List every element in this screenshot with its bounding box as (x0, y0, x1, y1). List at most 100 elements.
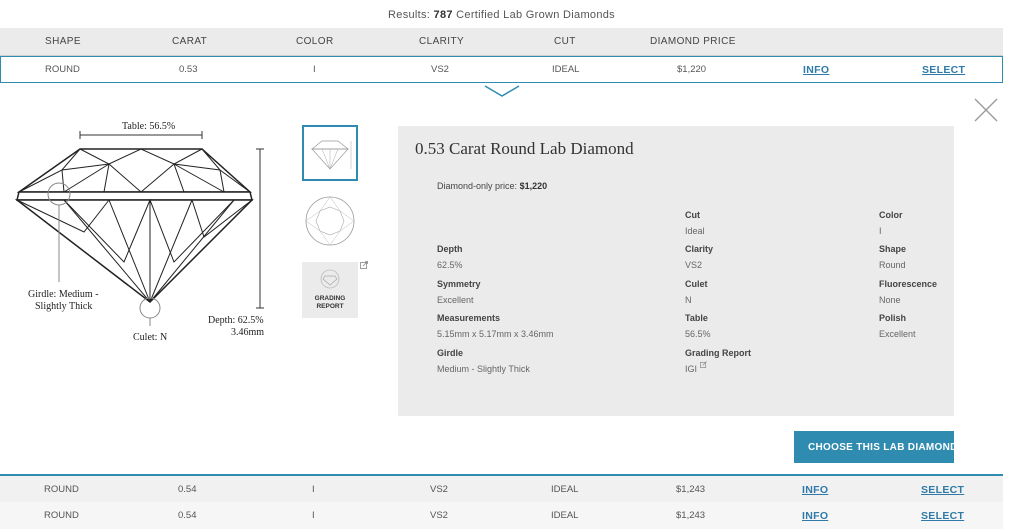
info-link[interactable]: INFO (803, 64, 829, 76)
spec-value: Medium - Slightly Thick (437, 364, 530, 374)
grading-report-label: GRADING REPORT (302, 295, 358, 311)
table-row[interactable]: ROUND 0.54 I VS2 IDEAL $1,243 INFO SELEC… (0, 474, 1003, 503)
info-link[interactable]: INFO (802, 510, 828, 522)
diamond-profile-diagram: Table: 56.5% Girdle: Medium - Slightly T… (14, 112, 294, 352)
select-link[interactable]: SELECT (921, 510, 964, 522)
diamond-title: 0.53 Carat Round Lab Diamond (415, 139, 634, 158)
select-link[interactable]: SELECT (922, 64, 965, 76)
spec-symmetry: Symmetry Excellent (437, 276, 481, 308)
column-header-clarity[interactable]: CLARITY (419, 28, 464, 55)
cell-color: I (313, 64, 316, 75)
diamond-top-view-icon (305, 196, 355, 246)
select-link[interactable]: SELECT (921, 484, 964, 496)
diamond-badge-icon (320, 269, 340, 289)
depth-label-line2: 3.46mm (231, 327, 265, 338)
spec-table: Table 56.5% (685, 310, 711, 342)
spec-value: 5.15mm x 5.17mm x 3.46mm (437, 329, 554, 339)
cell-clarity: VS2 (430, 484, 448, 495)
spec-girdle: Girdle Medium - Slightly Thick (437, 345, 530, 377)
thumb-profile[interactable] (302, 125, 358, 181)
table-row-selected[interactable]: ROUND 0.53 I VS2 IDEAL $1,220 INFO SELEC… (0, 56, 1003, 83)
girdle-label-line1: Girdle: Medium - (28, 289, 99, 300)
spec-value: Excellent (437, 295, 474, 305)
spec-value: None (879, 295, 901, 305)
spec-value: Round (879, 260, 906, 270)
spec-label: Fluorescence (879, 279, 938, 289)
cell-shape: ROUND (44, 484, 79, 495)
spec-label: Color (879, 210, 903, 220)
external-link-icon (699, 361, 707, 368)
table-header: SHAPE CARAT COLOR CLARITY CUT DIAMOND PR… (0, 28, 1003, 56)
spec-polish: Polish Excellent (879, 310, 916, 342)
spec-grading-report: Grading Report IGI (685, 345, 751, 377)
spec-value: 62.5% (437, 260, 463, 270)
cell-shape: ROUND (44, 510, 79, 521)
diamond-only-price: Diamond-only price: $1,220 (437, 181, 547, 191)
spec-culet: Culet N (685, 276, 708, 308)
cell-color: I (312, 510, 315, 521)
diamond-profile-thumb-icon (311, 140, 352, 170)
grading-report-link[interactable]: IGI (685, 364, 697, 374)
spec-label: Clarity (685, 244, 714, 254)
cell-price: $1,243 (676, 510, 706, 521)
spec-shape: Shape Round (879, 241, 906, 273)
price-value: $1,220 (519, 181, 548, 191)
column-header-price[interactable]: DIAMOND PRICE (650, 28, 736, 55)
cell-cut: IDEAL (551, 484, 579, 495)
spec-fluorescence: Fluorescence None (879, 276, 937, 308)
results-suffix: Certified Lab Grown Diamonds (456, 9, 615, 21)
cell-price: $1,220 (677, 64, 707, 75)
cell-color: I (312, 484, 315, 495)
cell-cut: IDEAL (552, 64, 580, 75)
cell-carat: 0.54 (178, 484, 197, 495)
spec-value: VS2 (685, 260, 703, 270)
spec-label: Grading Report (685, 348, 752, 358)
close-icon[interactable] (974, 98, 998, 122)
spec-value: Excellent (879, 329, 916, 339)
spec-label: Measurements (437, 313, 501, 323)
thumb-grading-report[interactable]: GRADING REPORT (302, 262, 358, 318)
spec-label: Cut (685, 210, 700, 220)
cell-shape: ROUND (45, 64, 80, 75)
column-header-shape[interactable]: SHAPE (45, 28, 81, 55)
spec-label: Symmetry (437, 279, 481, 289)
thumb-top-view[interactable] (302, 193, 358, 249)
column-header-carat[interactable]: CARAT (172, 28, 207, 55)
spec-value: 56.5% (685, 329, 711, 339)
cell-cut: IDEAL (551, 510, 579, 521)
girdle-label-line2: Slightly Thick (35, 301, 93, 312)
spec-cut: Cut Ideal (685, 207, 705, 239)
table-row[interactable]: ROUND 0.54 I VS2 IDEAL $1,243 INFO SELEC… (0, 502, 1003, 529)
choose-diamond-button[interactable]: CHOOSE THIS LAB DIAMOND (794, 431, 954, 463)
table-percentage-label: Table: 56.5% (122, 121, 176, 132)
spec-depth: Depth 62.5% (437, 241, 463, 273)
grading-line1: GRADING (314, 295, 346, 302)
column-header-color[interactable]: COLOR (296, 28, 334, 55)
spec-value-link[interactable]: IGI (685, 361, 751, 377)
expand-caret-icon (484, 85, 520, 97)
spec-color: Color I (879, 207, 903, 239)
spec-label: Table (685, 313, 708, 323)
cell-clarity: VS2 (430, 510, 448, 521)
results-summary: Results: 787 Certified Lab Grown Diamond… (0, 0, 1003, 28)
spec-label: Shape (879, 244, 907, 254)
spec-label: Depth (437, 244, 463, 254)
info-link[interactable]: INFO (802, 484, 828, 496)
cell-carat: 0.54 (178, 510, 197, 521)
external-link-icon[interactable] (360, 261, 368, 269)
spec-label: Polish (879, 313, 907, 323)
diamond-details-panel: 0.53 Carat Round Lab Diamond Diamond-onl… (398, 126, 954, 416)
spec-value: Ideal (685, 226, 705, 236)
column-header-cut[interactable]: CUT (554, 28, 576, 55)
grading-line2: REPORT (316, 303, 344, 310)
price-label: Diamond-only price: (437, 181, 518, 191)
depth-label-line1: Depth: 62.5% (208, 315, 264, 326)
spec-label: Girdle (437, 348, 464, 358)
spec-value: I (879, 226, 882, 236)
spec-clarity: Clarity VS2 (685, 241, 713, 273)
cell-price: $1,243 (676, 484, 706, 495)
spec-value: N (685, 295, 692, 305)
cell-carat: 0.53 (179, 64, 198, 75)
spec-measurements: Measurements 5.15mm x 5.17mm x 3.46mm (437, 310, 554, 342)
culet-label: Culet: N (133, 332, 168, 343)
